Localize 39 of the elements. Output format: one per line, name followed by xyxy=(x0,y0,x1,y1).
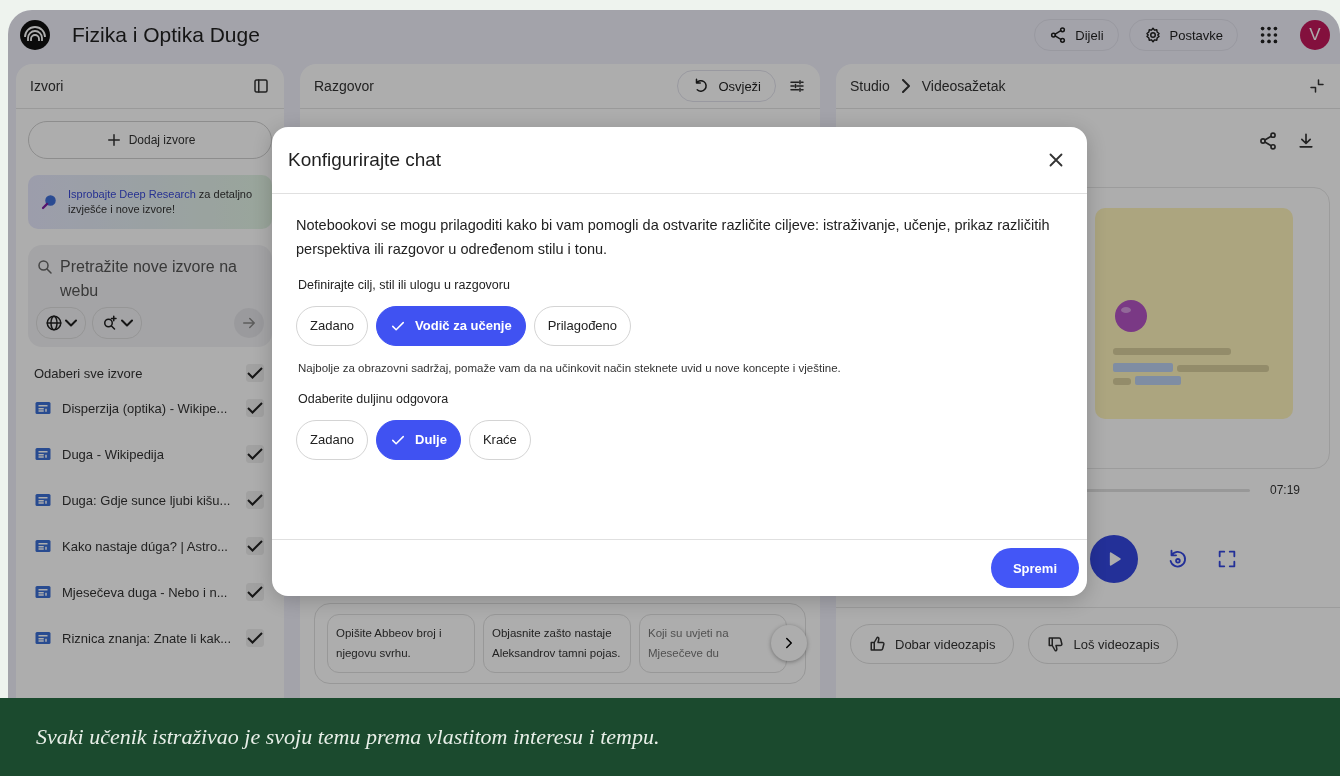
source-title[interactable]: Duga - Wikipedija xyxy=(62,446,236,462)
deep-research-link[interactable]: Isprobajte Deep Research xyxy=(68,187,196,200)
option-chip[interactable]: Zadano xyxy=(296,419,369,460)
source-title[interactable]: Kako nastaje dúga? | Astro... xyxy=(62,538,236,554)
caption: Svaki učenik istraživao je svoju temu prema vlastitom interesu i tempu. xyxy=(36,724,660,750)
suggestion-chip[interactable]: Opišite Abbeov broj i njegovu svrhu. xyxy=(327,613,475,673)
source-title[interactable]: Mjesečeva duga - Nebo i n... xyxy=(62,584,236,600)
notebook-title: Fizika i Optika Duge xyxy=(72,23,260,47)
option-group-label: Odaberite duljinu odgovora xyxy=(298,391,450,406)
settings-button[interactable]: Postavke xyxy=(1128,19,1238,51)
save-button[interactable]: Spremi xyxy=(990,548,1079,588)
promo-text: Isprobajte Deep Research za detaljno izvješće i nove izvore! xyxy=(68,186,254,217)
breadcrumb-item[interactable]: Studio xyxy=(850,78,890,94)
refresh-button[interactable]: Osvježi xyxy=(677,70,776,102)
source-title[interactable]: Riznica znanja: Znate li kak... xyxy=(62,630,236,646)
option-chip[interactable]: Vodič za učenje xyxy=(376,305,526,346)
source-title[interactable]: Duga: Gdje sunce ljubi kišu... xyxy=(62,492,236,508)
suggestion-chip[interactable]: Objasnite zašto nastaje Aleksandrov tamni pojas. xyxy=(483,613,631,673)
avatar[interactable]: V xyxy=(1300,20,1330,50)
dialog-description: Notebookovi se mogu prilagoditi kako bi vam pomogli da ostvarite različite ciljeve: istraživanje, učenje, prikaz različitih perspektiva ili razgovor u određenom stilu i tonu. xyxy=(296,216,1051,259)
add-sources-button[interactable]: Dodaj izvore xyxy=(28,121,272,159)
source-title[interactable]: Disperzija (optika) - Wikipe... xyxy=(62,400,236,416)
option-chip[interactable]: Prilagođeno xyxy=(533,305,632,346)
select-all-label: Odaberi sve izvore xyxy=(34,365,143,381)
option-group-label: Definirajte cilj, stil ili ulogu u razgovoru xyxy=(298,277,511,292)
search-box[interactable]: Pretražite nove izvore na webu xyxy=(28,245,272,347)
panel-title: Razgovor xyxy=(314,78,375,94)
breadcrumb-item: Videosažetak xyxy=(921,78,1007,94)
duration-label: 07:19 xyxy=(1269,483,1300,497)
panel-title: Izvori xyxy=(30,78,65,94)
option-chip[interactable]: Dulje xyxy=(376,419,461,460)
dialog-title: Konfigurirajte chat xyxy=(288,149,443,171)
feedback-button[interactable]: Dobar videozapis xyxy=(850,624,1015,664)
search-field[interactable]: Pretražite nove izvore na webu xyxy=(60,255,260,303)
option-chip[interactable]: Zadano xyxy=(296,305,369,346)
option-chip[interactable]: Kraće xyxy=(468,419,531,460)
share-button[interactable]: Dijeli xyxy=(1034,19,1119,51)
feedback-button[interactable]: Loš videozapis xyxy=(1028,624,1179,664)
option-description: Najbolje za obrazovni sadržaj, pomaže vam da na učinkovit način steknete uvid u nove koncepte i vještine. xyxy=(298,361,842,374)
